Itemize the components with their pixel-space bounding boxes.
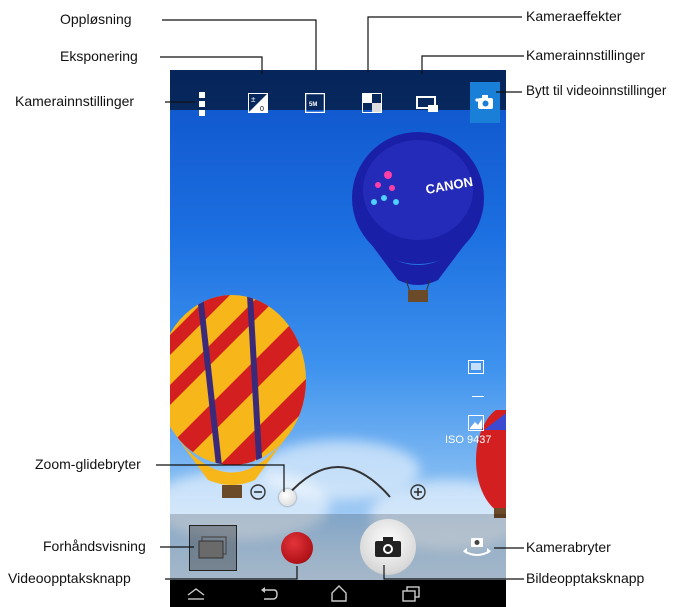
callout-preview: Forhåndsvisning bbox=[43, 538, 146, 554]
callout-zoom-slider: Zoom-glidebryter bbox=[35, 456, 141, 472]
callout-camera-settings-left: Kamerainnstillinger bbox=[15, 93, 135, 109]
callout-camera-switch: Kamerabryter bbox=[526, 539, 611, 555]
callout-exposure: Eksponering bbox=[60, 48, 138, 64]
callout-camera-effects: Kameraeffekter bbox=[526, 8, 622, 24]
callout-photo-capture: Bildeopptaksknapp bbox=[526, 570, 645, 586]
callout-resolution: Oppløsning bbox=[60, 11, 132, 27]
callout-camera-settings-right: Kamerainnstillinger bbox=[526, 47, 646, 63]
callout-switch-video: Bytt til videoinnstillinger bbox=[526, 83, 667, 98]
callout-video-record: Videoopptaksknapp bbox=[8, 570, 131, 586]
